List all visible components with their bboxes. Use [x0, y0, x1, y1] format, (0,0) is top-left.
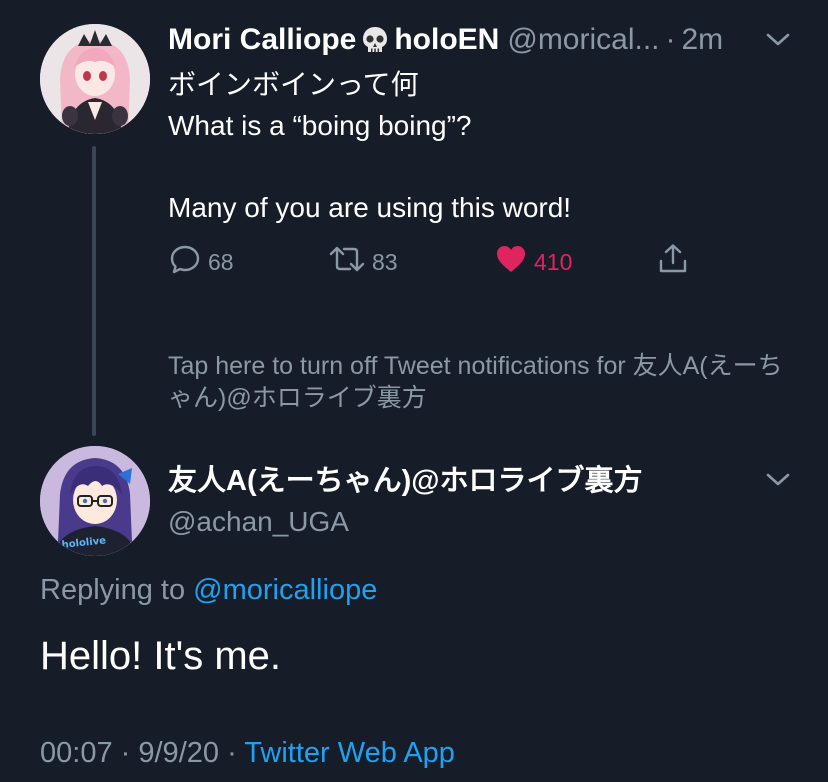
tweet1-header: Mori Calliope holoEN @morical... · 2m — [168, 18, 723, 62]
replying-label: Replying to — [40, 574, 186, 606]
share-icon — [656, 242, 690, 282]
display-name[interactable]: Mori Calliope — [168, 23, 356, 57]
heart-filled-icon — [494, 242, 528, 282]
mention-link[interactable]: @moricalliope — [193, 574, 377, 606]
timestamp[interactable]: 2m — [682, 23, 724, 57]
display-name[interactable]: 友人A(えーちゃん)@ホロライブ裏方 — [168, 460, 643, 502]
retweet-count: 83 — [372, 248, 398, 275]
share-button[interactable] — [656, 240, 690, 284]
tweet-line: What is a “boing boing”? — [168, 110, 472, 141]
reply-count: 68 — [208, 248, 234, 275]
tweet-line — [168, 146, 788, 187]
avatar-achan[interactable]: hololive — [40, 446, 150, 556]
separator-dot: · — [227, 737, 237, 769]
retweet-button[interactable]: 83 — [328, 240, 398, 284]
retweet-icon — [328, 242, 366, 282]
source-app-link[interactable]: Twitter Web App — [244, 737, 455, 769]
skull-emoji-icon — [360, 25, 390, 55]
tweet-line: ボインボインって何 — [168, 69, 419, 100]
tweet-date: 9/9/20 — [138, 737, 220, 769]
tweet1-text: ボインボインって何 What is a “boing boing”? Many … — [168, 64, 788, 228]
tweet-actions: 68 83 410 — [168, 240, 708, 284]
like-count: 410 — [534, 248, 573, 275]
thread-connector-line — [92, 146, 96, 436]
separator-dot: · — [120, 737, 131, 769]
tweet-time: 00:07 — [40, 737, 113, 769]
reply-button[interactable]: 68 — [168, 240, 234, 284]
tweet-metadata: 00:07 · 9/9/20 · Twitter Web App — [40, 733, 455, 773]
chevron-down-icon[interactable] — [764, 470, 792, 495]
tweet2-text: Hello! It's me. — [40, 634, 282, 678]
display-name-suffix[interactable]: holoEN — [394, 23, 499, 57]
notification-toggle-prompt[interactable]: Tap here to turn off Tweet notifications… — [168, 350, 788, 414]
user-handle[interactable]: @achan_UGA — [168, 502, 349, 542]
tweet-line: Many of you are using this word! — [168, 192, 572, 223]
like-button[interactable]: 410 — [494, 240, 572, 284]
reply-icon — [168, 242, 202, 282]
avatar-mori-calliope[interactable] — [40, 24, 150, 134]
separator-dot: · — [665, 23, 676, 56]
user-handle[interactable]: @morical... — [507, 23, 659, 57]
replying-to-line: Replying to @moricalliope — [40, 570, 377, 610]
chevron-down-icon[interactable] — [764, 30, 792, 55]
